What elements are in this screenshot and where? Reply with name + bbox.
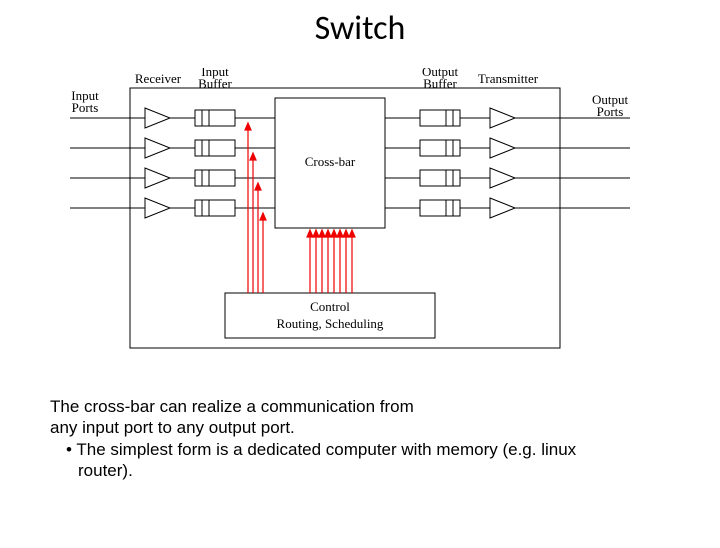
output-row-2 bbox=[385, 138, 630, 158]
caption-bullet: • The simplest form is a dedicated compu… bbox=[50, 439, 590, 482]
input-row-1 bbox=[70, 108, 275, 128]
output-ports-label: OutputPorts bbox=[592, 92, 629, 119]
crossbar-label: Cross-bar bbox=[305, 154, 356, 169]
input-buffer-icon bbox=[195, 110, 235, 126]
output-buffer-icon bbox=[420, 110, 460, 126]
switch-diagram: Receiver InputBuffer OutputBuffer Transm… bbox=[70, 68, 630, 358]
caption-line-1: The cross-bar can realize a communicatio… bbox=[50, 396, 590, 417]
input-row-2 bbox=[70, 138, 275, 158]
receiver-label: Receiver bbox=[135, 71, 182, 86]
output-row-3 bbox=[385, 168, 630, 188]
transmitter-label: Transmitter bbox=[478, 71, 539, 86]
transmitter-icon bbox=[490, 108, 515, 128]
control-label-1: Control bbox=[310, 299, 350, 314]
input-row-3 bbox=[70, 168, 275, 188]
receiver-icon bbox=[145, 108, 170, 128]
caption-line-2: any input port to any output port. bbox=[50, 417, 590, 438]
input-row-4 bbox=[70, 198, 275, 218]
page-title: Switch bbox=[0, 8, 720, 49]
input-buffer-label: InputBuffer bbox=[198, 68, 232, 91]
output-row-1 bbox=[385, 108, 630, 128]
control-arrows-to-crossbar bbox=[307, 230, 355, 293]
output-buffer-label: OutputBuffer bbox=[422, 68, 459, 91]
output-row-4 bbox=[385, 198, 630, 218]
control-label-2: Routing, Scheduling bbox=[277, 316, 384, 331]
input-ports-label: InputPorts bbox=[71, 88, 99, 115]
caption-block: The cross-bar can realize a communicatio… bbox=[50, 396, 590, 481]
